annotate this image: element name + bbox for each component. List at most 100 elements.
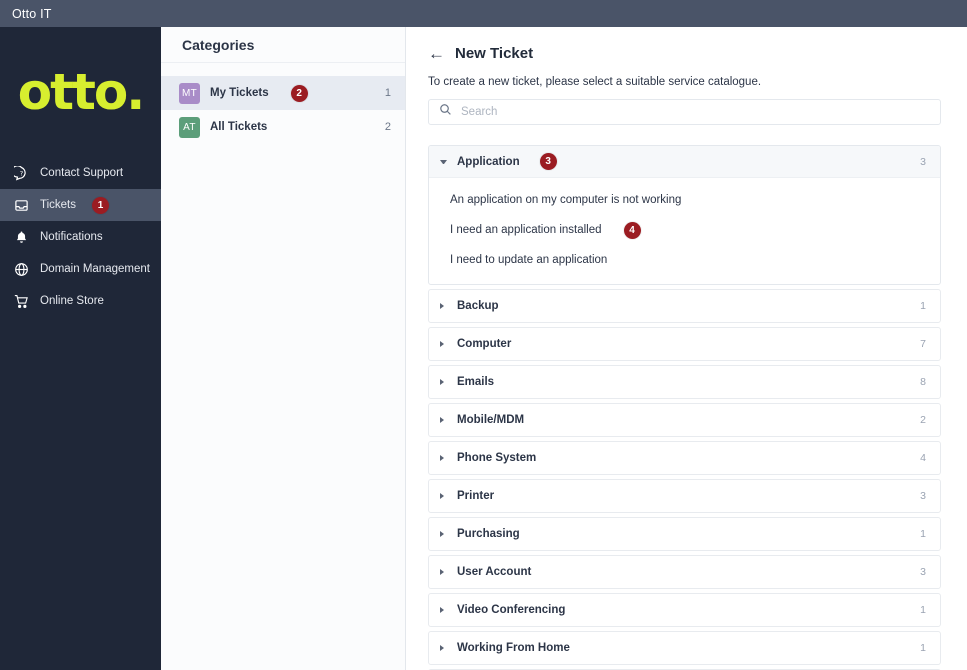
search-input[interactable] xyxy=(461,106,930,118)
catalogue-section-title: Printer xyxy=(457,490,495,502)
catalogue-section-header[interactable]: Mobile/MDM 2 xyxy=(429,404,940,436)
catalogue-section-header[interactable]: Working From Home 1 xyxy=(429,632,940,664)
sidebar-item-label: Domain Management xyxy=(40,263,150,275)
catalogue-section-header[interactable]: Backup 1 xyxy=(429,290,940,322)
chevron-right-icon xyxy=(440,531,447,537)
category-count: 2 xyxy=(384,121,391,133)
service-catalogue-list: Application 3 3 An application on my comput… xyxy=(428,145,941,665)
catalogue-section-count: 7 xyxy=(920,338,926,350)
page-header: ← New Ticket xyxy=(428,45,941,62)
catalogue-item[interactable]: I need to update an application xyxy=(429,245,940,275)
catalogue-section-title: Working From Home xyxy=(457,642,570,654)
catalogue-item-label: An application on my computer is not wor… xyxy=(450,194,682,206)
chevron-right-icon xyxy=(440,645,447,651)
catalogue-section-count: 3 xyxy=(920,490,926,502)
annotation-badge: 1 xyxy=(92,196,109,214)
categories-list: MT My Tickets 2 1 AT All Tickets 2 xyxy=(161,63,405,144)
chevron-right-icon xyxy=(440,607,447,613)
catalogue-section-count: 1 xyxy=(920,528,926,540)
page-title: New Ticket xyxy=(455,45,534,62)
categories-panel: Categories MT My Tickets 2 1 AT All Tickets 2 xyxy=(161,27,406,670)
help-bubble-icon: ? xyxy=(14,165,29,181)
window-title: Otto IT xyxy=(12,6,52,21)
catalogue-section-count: 2 xyxy=(920,414,926,426)
chevron-right-icon xyxy=(440,379,447,385)
window-titlebar: Otto IT xyxy=(0,0,967,27)
catalogue-section-title: Backup xyxy=(457,300,499,312)
catalogue-section-title: Computer xyxy=(457,338,512,350)
svg-text:?: ? xyxy=(20,169,24,177)
categories-heading: Categories xyxy=(182,36,255,53)
catalogue-section-mobile-mdm: Mobile/MDM 2 xyxy=(428,403,941,437)
sidebar-item-label: Contact Support xyxy=(40,167,124,179)
category-label: All Tickets xyxy=(210,121,268,133)
sidebar-nav: ? Contact Support Tickets 1 Notifications Dom… xyxy=(0,157,161,317)
catalogue-section-title: Mobile/MDM xyxy=(457,414,525,426)
catalogue-section-title: Application xyxy=(457,155,520,168)
catalogue-item-label: I need an application installed xyxy=(450,224,602,236)
catalogue-section-header[interactable]: Printer 3 xyxy=(429,480,940,512)
catalogue-section-header[interactable]: User Account 3 xyxy=(429,556,940,588)
search-box[interactable] xyxy=(428,99,941,125)
catalogue-section-header[interactable]: Purchasing 1 xyxy=(429,518,940,550)
ticket-icon xyxy=(14,198,29,213)
catalogue-section-header[interactable]: Video Conferencing 1 xyxy=(429,594,940,626)
catalogue-section-header[interactable]: Emails 8 xyxy=(429,366,940,398)
catalogue-section-header[interactable]: Computer 7 xyxy=(429,328,940,360)
bell-icon xyxy=(14,230,29,245)
catalogue-section-title: User Account xyxy=(457,566,532,578)
catalogue-section-purchasing: Purchasing 1 xyxy=(428,517,941,551)
catalogue-section-phone-system: Phone System 4 xyxy=(428,441,941,475)
search-icon xyxy=(439,103,452,121)
sidebar-item-contact-support[interactable]: ? Contact Support xyxy=(0,157,161,189)
category-row-all-tickets[interactable]: AT All Tickets 2 xyxy=(161,110,405,144)
catalogue-section-backup: Backup 1 xyxy=(428,289,941,323)
catalogue-section-user-account: User Account 3 xyxy=(428,555,941,589)
left-sidebar: otto. ? Contact Support Tickets 1 Notificati… xyxy=(0,27,161,670)
catalogue-section-header[interactable]: Phone System 4 xyxy=(429,442,940,474)
category-row-my-tickets[interactable]: MT My Tickets 2 1 xyxy=(161,76,405,110)
annotation-badge: 4 xyxy=(623,221,641,239)
sidebar-item-notifications[interactable]: Notifications xyxy=(0,221,161,253)
brand-logo: otto. xyxy=(0,27,161,157)
chevron-down-icon xyxy=(440,159,447,164)
categories-header: Categories xyxy=(161,27,405,63)
catalogue-item-label: I need to update an application xyxy=(450,254,608,266)
cart-icon xyxy=(14,294,29,309)
catalogue-section-working-from-home: Working From Home 1 xyxy=(428,631,941,665)
catalogue-section-title: Video Conferencing xyxy=(457,604,566,616)
otto-logo-text: otto. xyxy=(17,63,146,121)
chevron-right-icon xyxy=(440,341,447,347)
catalogue-section-emails: Emails 8 xyxy=(428,365,941,399)
globe-icon xyxy=(14,262,29,277)
avatar: MT xyxy=(179,82,200,104)
catalogue-section-count: 3 xyxy=(920,566,926,578)
catalogue-item[interactable]: An application on my computer is not wor… xyxy=(429,185,940,215)
catalogue-section-body: An application on my computer is not wor… xyxy=(429,178,940,284)
annotation-badge: 2 xyxy=(290,84,308,102)
chevron-right-icon xyxy=(440,493,447,499)
catalogue-section-video-conferencing: Video Conferencing 1 xyxy=(428,593,941,627)
sidebar-item-label: Online Store xyxy=(40,295,104,307)
category-label: My Tickets xyxy=(210,87,269,99)
catalogue-section-computer: Computer 7 xyxy=(428,327,941,361)
sidebar-item-domain-management[interactable]: Domain Management xyxy=(0,253,161,285)
catalogue-section-application: Application 3 3 An application on my comput… xyxy=(428,145,941,285)
chevron-right-icon xyxy=(440,569,447,575)
chevron-right-icon xyxy=(440,303,447,309)
back-arrow-icon[interactable]: ← xyxy=(428,45,445,62)
sidebar-item-online-store[interactable]: Online Store xyxy=(0,285,161,317)
catalogue-section-count: 1 xyxy=(920,604,926,616)
catalogue-section-title: Purchasing xyxy=(457,528,520,540)
catalogue-section-count: 1 xyxy=(920,642,926,654)
catalogue-item[interactable]: I need an application installed 4 xyxy=(429,215,940,245)
chevron-right-icon xyxy=(440,455,447,461)
catalogue-section-title: Emails xyxy=(457,376,495,388)
catalogue-section-header[interactable]: Application 3 3 xyxy=(429,146,940,178)
catalogue-section-title: Phone System xyxy=(457,452,537,464)
catalogue-section-count: 4 xyxy=(920,452,926,464)
sidebar-item-tickets[interactable]: Tickets 1 xyxy=(0,189,161,221)
sidebar-item-label: Notifications xyxy=(40,231,103,243)
page-subtitle: To create a new ticket, please select a … xyxy=(428,76,762,88)
app-shell: otto. ? Contact Support Tickets 1 Notificati… xyxy=(0,27,967,670)
